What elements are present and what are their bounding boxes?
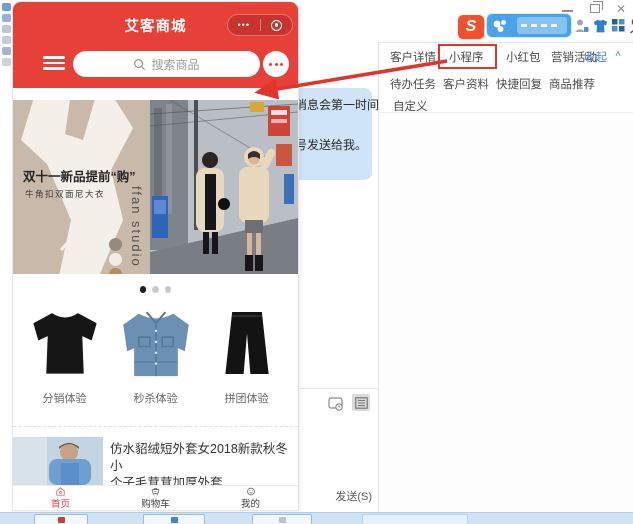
plugin-tooltip: [517, 17, 567, 34]
carousel-dots[interactable]: [13, 286, 298, 293]
taskbar-app-icon: [171, 517, 178, 523]
chat-message-line: 消息会第一时间: [295, 96, 379, 113]
chat-message-line: 号发送给我。: [295, 136, 367, 153]
send-button[interactable]: 发送(S): [328, 488, 372, 504]
tab-cart[interactable]: 购物车: [108, 486, 203, 510]
clothes-icon[interactable]: [593, 18, 608, 34]
tab-label: 购物车: [141, 496, 170, 510]
window-fragment: [2, 14, 11, 22]
pants-image: [220, 302, 274, 384]
taskbar-app-button[interactable]: [34, 514, 88, 524]
tshirt-image: [29, 302, 101, 384]
screenshot-root: 艾客商城 ••• 搜索商品: [0, 0, 633, 524]
chat-notes-icon[interactable]: [352, 394, 370, 411]
window-fragment: [2, 47, 11, 55]
panel-tab-todo[interactable]: 待办任务: [390, 76, 436, 92]
mini-program-capsule[interactable]: •••: [227, 14, 293, 36]
tab-label: 我的: [241, 496, 260, 510]
collapse-caret-icon[interactable]: ˄: [615, 49, 621, 60]
collapse-button[interactable]: 收起: [584, 49, 607, 65]
annotation-highlight-box: [438, 44, 497, 69]
banner-brand-text: ffan studio: [129, 186, 144, 268]
panel-tab-customer-info[interactable]: 客户资料: [443, 76, 489, 92]
panel-tab-quick-reply[interactable]: 快捷回复: [496, 76, 542, 92]
dashed-separator: [13, 426, 298, 427]
search-icon: [133, 58, 146, 71]
tab-mine[interactable]: 我的: [203, 486, 298, 510]
bubble-cluster-icon: [487, 18, 513, 34]
chat-history-icon[interactable]: [328, 397, 344, 411]
add-contact-icon[interactable]: [629, 16, 633, 35]
product-label: 拼团体验: [225, 390, 269, 406]
window-fragment: [2, 25, 11, 33]
tab-label: 首页: [51, 496, 70, 510]
tab-home[interactable]: 首页: [13, 486, 108, 510]
panel-content-area: [379, 113, 633, 512]
banner-carousel[interactable]: 双十一新品提前“购” 牛角扣双面尼大衣 ffan studio: [13, 100, 298, 274]
taskbar-app-button[interactable]: [252, 514, 312, 524]
restore-button[interactable]: [590, 4, 600, 13]
menu-icon[interactable]: [43, 56, 65, 70]
search-input[interactable]: 搜索商品: [73, 51, 260, 77]
tabs-bottom-divider: [379, 112, 633, 113]
mini-program-tabbar: 首页 购物车 我的: [13, 485, 298, 510]
mini-program-window: 艾客商城 ••• 搜索商品: [13, 2, 298, 510]
occluded-window-fragments: [0, 0, 13, 160]
cart-icon: [147, 487, 164, 496]
panel-tab-customer-details[interactable]: 客户详情: [390, 49, 436, 65]
window-fragment: [2, 36, 11, 44]
wecom-plugin-button[interactable]: [487, 14, 571, 37]
color-swatch: [109, 253, 122, 266]
product-list-item[interactable]: 仿水貂绒短外套女2018新款秋冬小 个子毛茸茸加厚外套: [13, 435, 298, 485]
quick-products-row: 分销体验 秒杀体验: [13, 302, 298, 414]
banner-subline: 牛角扣双面尼大衣: [25, 188, 105, 200]
mini-program-header: 艾客商城 ••• 搜索商品: [13, 2, 298, 88]
panel-divider-horizontal: [378, 42, 633, 43]
sogou-input-icon[interactable]: S: [458, 15, 484, 39]
toolbar-mini-icons: [574, 16, 633, 35]
banner-left-art: 双十一新品提前“购” 牛角扣双面尼大衣 ffan studio: [13, 100, 150, 274]
taskbar-app-button[interactable]: [143, 514, 205, 524]
product-label: 分销体验: [43, 390, 87, 406]
search-placeholder: 搜索商品: [151, 56, 199, 73]
windows-taskbar: [0, 512, 633, 524]
capsule-close-icon[interactable]: [261, 20, 293, 31]
customer-service-icon[interactable]: [263, 51, 289, 77]
color-swatch: [109, 268, 122, 274]
banner-headline: 双十一新品提前“购”: [23, 166, 136, 185]
product-thumbnail: [13, 437, 103, 485]
taskbar-app-button[interactable]: [362, 514, 468, 524]
product-flash-sale[interactable]: 秒杀体验: [112, 302, 200, 406]
close-button[interactable]: ✕: [616, 2, 626, 16]
smiley-icon: [243, 487, 259, 496]
jacket-image: [117, 302, 195, 384]
product-title-line1: 仿水貂绒短外套女2018新款秋冬小: [110, 441, 292, 475]
apps-grid-icon[interactable]: [612, 19, 625, 32]
window-fragment: [2, 58, 11, 66]
product-distribution[interactable]: 分销体验: [21, 302, 109, 406]
home-icon: [52, 487, 69, 496]
panel-tab-product-recommend[interactable]: 商品推荐: [549, 76, 595, 92]
member-icon[interactable]: [574, 18, 589, 34]
banner-photo: [150, 100, 298, 274]
color-swatch: [109, 238, 122, 251]
product-label: 秒杀体验: [134, 390, 178, 406]
product-group-buy[interactable]: 拼团体验: [203, 302, 291, 406]
minimize-button[interactable]: [562, 10, 573, 12]
taskbar-app-icon: [279, 517, 286, 523]
chat-input-divider: [300, 388, 378, 389]
capsule-more-icon[interactable]: •••: [228, 15, 260, 35]
window-fragment: [2, 3, 11, 11]
taskbar-app-icon: [58, 517, 65, 523]
panel-tab-red-packet[interactable]: 小红包: [506, 49, 541, 65]
